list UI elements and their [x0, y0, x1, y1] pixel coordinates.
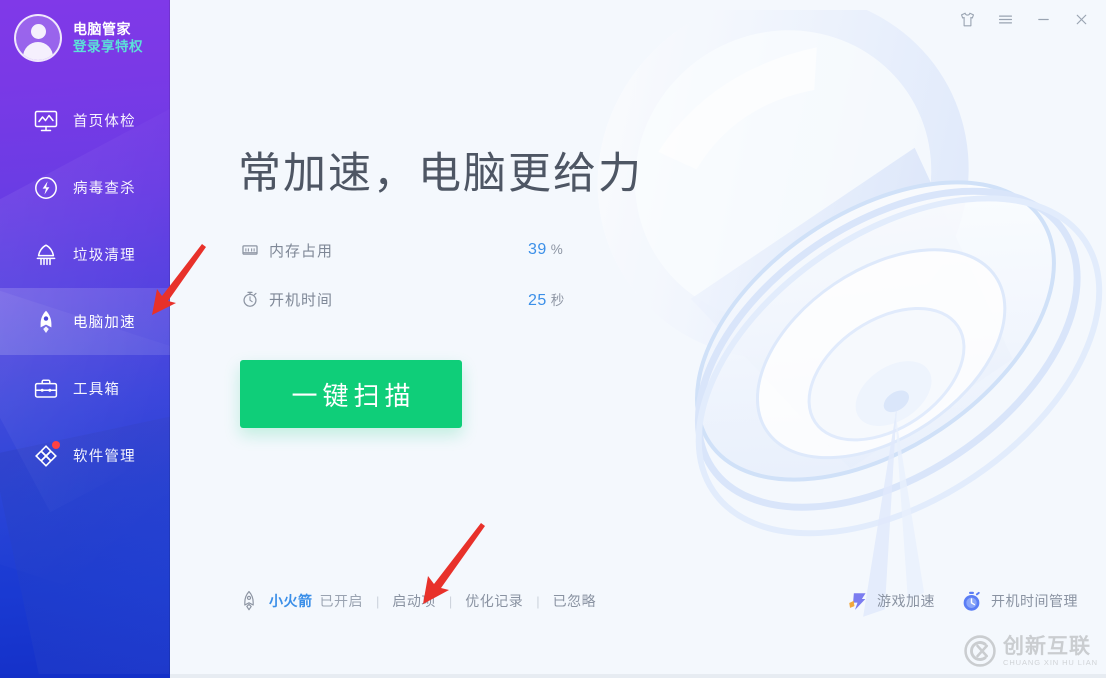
computer-manager-window: 电脑管家 登录享特权 首页体检 病毒查杀 垃圾清理 电脑加速 工具箱 软件管理 …	[0, 0, 1106, 678]
avatar-body	[23, 42, 53, 60]
game-boost-icon	[845, 589, 869, 613]
sidebar-item-label: 病毒查杀	[73, 181, 136, 197]
sidebar-item-home-checkup[interactable]: 首页体检	[0, 87, 170, 154]
rocket-icon	[32, 308, 59, 335]
stat-value-unit: 秒	[550, 292, 565, 308]
background-artwork	[597, 10, 1103, 617]
stat-value-boot-time: 25 秒	[528, 289, 565, 310]
stat-value-memory: 39%	[528, 241, 563, 259]
sidebar-item-virus-scan[interactable]: 病毒查杀	[0, 154, 170, 221]
sidebar: 电脑管家 登录享特权 首页体检 病毒查杀 垃圾清理 电脑加速 工具箱 软件管理	[0, 0, 170, 678]
titlebar-controls	[955, 7, 1094, 32]
scan-button[interactable]: 一键扫描	[240, 360, 462, 428]
skin-icon[interactable]	[955, 7, 980, 32]
avatar-head	[30, 24, 46, 39]
watermark-text: 创新互联 CHUANG XIN HU LIAN	[1003, 634, 1098, 667]
sidebar-item-label: 软件管理	[73, 449, 136, 465]
separator: |	[536, 593, 540, 609]
profile-text: 电脑管家 登录享特权	[73, 20, 143, 56]
sidebar-item-pc-boost[interactable]: 电脑加速	[0, 288, 170, 355]
menu-icon[interactable]	[993, 7, 1018, 32]
close-icon[interactable]	[1069, 7, 1094, 32]
stat-row-memory: 内存占用 39%	[240, 239, 563, 261]
site-watermark: 创新互联 CHUANG XIN HU LIAN	[963, 634, 1098, 668]
monitor-chart-icon	[32, 107, 59, 134]
boot-timer-label: 开机时间管理	[991, 593, 1078, 609]
memory-chip-icon	[240, 241, 259, 260]
game-boost-action[interactable]: 游戏加速	[845, 589, 935, 613]
sidebar-item-label: 垃圾清理	[73, 248, 136, 264]
watermark-logo-icon	[964, 635, 996, 667]
user-profile[interactable]: 电脑管家 登录享特权	[0, 0, 170, 76]
link-ignored[interactable]: 已忽略	[553, 591, 597, 611]
bottom-right-actions: 游戏加速 开机时间管理	[845, 588, 1078, 614]
window-bottom-edge-sidebar	[0, 674, 170, 678]
stat-row-boot-time: 开机时间 25 秒	[240, 288, 564, 310]
main-content: 常加速，电脑更给力 内存占用 39% 开机时间 25 秒 一键扫描 小火箭 已开…	[170, 0, 1106, 678]
rocket-status-bar: 小火箭 已开启 | 启动项 | 优化记录 | 已忽略	[238, 588, 596, 614]
rocket-state-label: 已开启	[319, 593, 363, 609]
boot-timer-action[interactable]: 开机时间管理	[959, 589, 1078, 613]
sidebar-item-label: 工具箱	[73, 382, 121, 398]
sidebar-item-toolbox[interactable]: 工具箱	[0, 355, 170, 422]
link-optimization-log[interactable]: 优化记录	[465, 591, 523, 611]
window-bottom-edge	[0, 674, 1106, 678]
rocket-outline-icon	[238, 589, 260, 613]
stat-value-unit: %	[550, 242, 564, 257]
separator: |	[376, 593, 380, 609]
shield-bolt-icon	[32, 174, 59, 201]
stat-label: 开机时间	[269, 291, 334, 309]
sidebar-item-junk-clean[interactable]: 垃圾清理	[0, 221, 170, 288]
stat-label: 内存占用	[269, 242, 334, 260]
game-boost-label: 游戏加速	[877, 593, 935, 609]
stopwatch-icon	[240, 290, 259, 309]
app-grid-icon	[32, 441, 60, 469]
separator: |	[448, 593, 453, 609]
watermark-cn: 创新互联	[1003, 634, 1092, 658]
page-title: 常加速，电脑更给力	[238, 149, 643, 199]
sidebar-item-label: 首页体检	[73, 114, 136, 130]
sidebar-item-software-manager[interactable]: 软件管理	[0, 422, 170, 489]
toolbox-icon	[32, 375, 59, 402]
broom-icon	[32, 241, 59, 268]
sidebar-nav: 首页体检 病毒查杀 垃圾清理 电脑加速 工具箱 软件管理	[0, 87, 170, 489]
avatar[interactable]	[14, 14, 62, 62]
stat-value-number: 39	[528, 241, 547, 258]
login-link[interactable]: 登录享特权	[73, 38, 143, 56]
stat-value-number: 25	[528, 291, 547, 309]
sidebar-item-label: 电脑加速	[73, 315, 136, 331]
rocket-brand-label[interactable]: 小火箭	[269, 591, 313, 611]
link-startup-items[interactable]: 启动项	[392, 591, 436, 611]
boot-timer-icon	[959, 589, 983, 613]
notification-badge	[52, 441, 60, 449]
minimize-icon[interactable]	[1031, 7, 1056, 32]
profile-name: 电脑管家	[73, 20, 131, 37]
watermark-en: CHUANG XIN HU LIAN	[1003, 657, 1098, 667]
